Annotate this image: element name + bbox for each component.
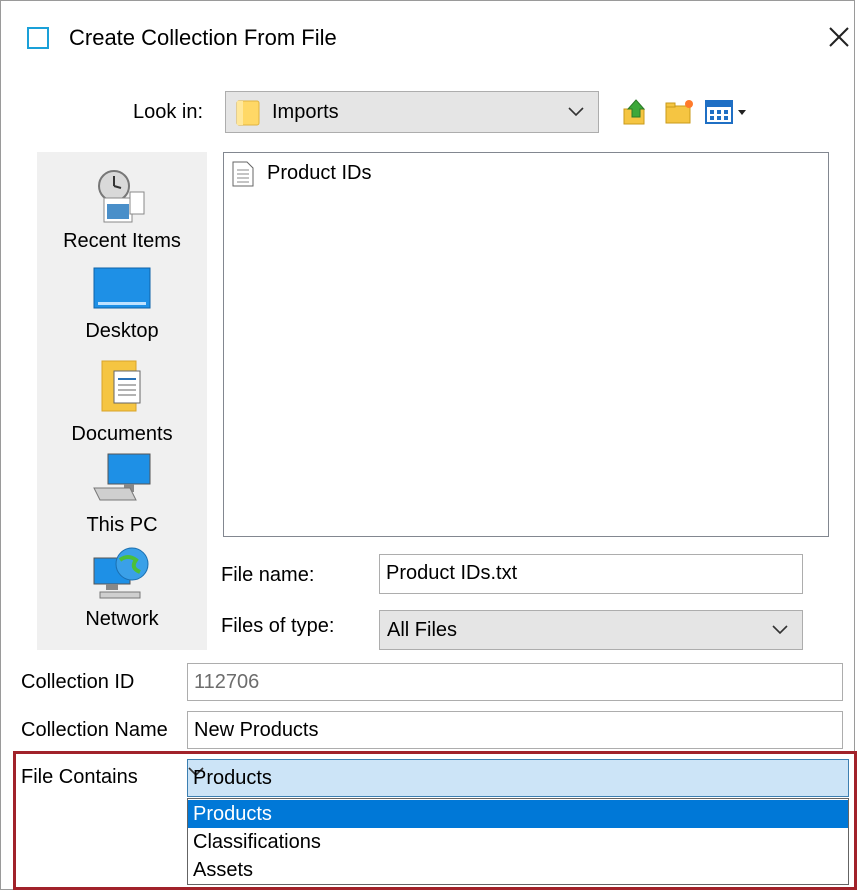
place-network[interactable]: Network <box>37 544 207 631</box>
text-file-icon <box>232 161 254 187</box>
up-folder-icon <box>623 99 646 125</box>
file-list[interactable]: Product IDs <box>223 152 829 537</box>
dialog-title: Create Collection From File <box>69 25 337 50</box>
view-menu-button[interactable] <box>705 99 751 125</box>
new-folder-icon <box>665 100 693 124</box>
files-of-type-value: All Files <box>387 619 458 641</box>
collection-id-label: Collection ID <box>21 671 135 693</box>
file-name: Product IDs <box>267 162 372 184</box>
file-contains-dropdown[interactable]: Products <box>187 759 849 797</box>
file-name-field[interactable]: Product IDs.txt <box>379 554 803 594</box>
look-in-label: Look in: <box>133 101 204 123</box>
desktop-icon <box>93 267 151 309</box>
files-of-type-label: Files of type: <box>221 615 335 637</box>
place-documents[interactable]: Documents <box>37 357 207 446</box>
chevron-down-icon <box>772 625 788 635</box>
place-label: Documents <box>71 423 173 445</box>
files-of-type-dropdown[interactable]: All Files <box>379 610 803 650</box>
option-classifications[interactable]: Classifications <box>188 828 848 856</box>
file-contains-value: Products <box>193 767 272 789</box>
this-pc-icon <box>93 453 151 501</box>
collection-name-field[interactable]: New Products <box>187 711 843 749</box>
look-in-value: Imports <box>272 101 339 123</box>
file-contains-label: File Contains <box>21 766 138 788</box>
place-this-pc[interactable]: This PC <box>37 450 207 537</box>
network-icon <box>93 547 149 599</box>
file-contains-options: Products Classifications Assets <box>187 798 849 885</box>
places-bar: Recent Items Desktop Documents This PC N… <box>37 152 207 650</box>
collection-id-field: 112706 <box>187 663 843 701</box>
look-in-dropdown[interactable]: Imports <box>225 91 599 133</box>
view-menu-icon <box>705 100 746 124</box>
place-label: Network <box>85 608 159 630</box>
place-label: Recent Items <box>63 230 181 252</box>
option-assets[interactable]: Assets <box>188 856 848 884</box>
place-recent-items[interactable]: Recent Items <box>37 166 207 253</box>
documents-icon <box>101 360 141 412</box>
up-one-level-button[interactable] <box>621 97 651 127</box>
collection-name-label: Collection Name <box>21 719 168 741</box>
create-collection-dialog: Create Collection From File Look in: Imp… <box>0 0 857 890</box>
close-button[interactable] <box>825 23 853 51</box>
close-icon <box>829 27 849 47</box>
new-folder-button[interactable] <box>663 97 695 127</box>
folder-icon <box>236 100 260 126</box>
file-name-label: File name: <box>221 564 315 586</box>
option-products[interactable]: Products <box>188 800 848 828</box>
recent-items-icon <box>98 170 145 223</box>
place-label: This PC <box>86 514 158 536</box>
chevron-down-icon <box>568 107 584 117</box>
window-icon <box>27 27 49 49</box>
place-label: Desktop <box>85 320 159 342</box>
place-desktop[interactable]: Desktop <box>37 266 207 343</box>
